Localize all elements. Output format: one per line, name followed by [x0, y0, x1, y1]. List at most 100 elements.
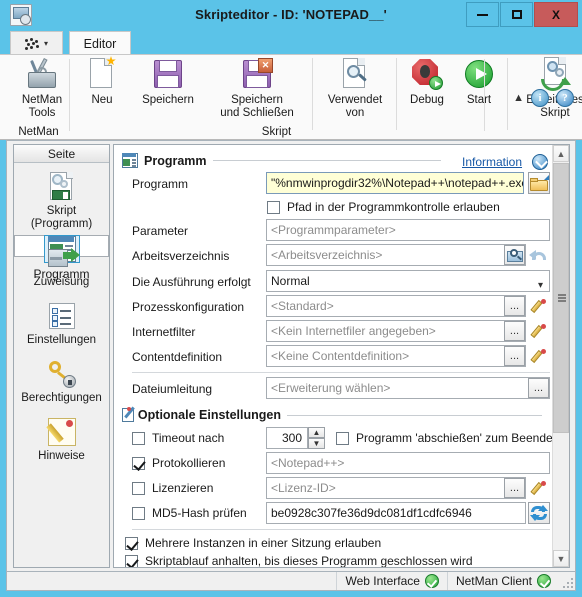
- close-button[interactable]: X: [534, 2, 578, 27]
- timeout-value[interactable]: 300: [266, 427, 308, 449]
- programm-browse-button[interactable]: [528, 172, 550, 194]
- sidebar-label-1: Einstellungen: [26, 334, 97, 346]
- prozesskonfiguration-ellipsis-button[interactable]: ...: [504, 296, 525, 316]
- maximize-button[interactable]: [500, 2, 533, 27]
- arbeitsverzeichnis-reset-button[interactable]: [528, 245, 550, 265]
- contentdefinition-ellipsis-button[interactable]: ...: [504, 346, 525, 366]
- section-title-programm: Programm: [144, 153, 207, 168]
- prozesskonfiguration-edit-button[interactable]: [528, 296, 550, 316]
- protokollieren-input[interactable]: <Notepad++>: [266, 452, 550, 474]
- scroll-thumb[interactable]: [553, 163, 569, 433]
- netman-tools-button[interactable]: NetMan Tools: [6, 56, 78, 120]
- prozesskonfiguration-input[interactable]: <Standard>: [266, 295, 526, 317]
- expand-info-icon[interactable]: [532, 154, 548, 170]
- md5-label: MD5-Hash prüfen: [152, 506, 247, 520]
- script-page-icon: [45, 171, 79, 203]
- kill-program-checkbox[interactable]: [336, 432, 349, 445]
- internetfilter-ellipsis-button[interactable]: ...: [504, 321, 525, 341]
- sidebar-item-skript-programm[interactable]: Skript (Programm): [14, 164, 109, 235]
- dateiumleitung-ellipsis-button[interactable]: ...: [528, 378, 549, 398]
- skripteditor-window: Skripteditor - ID: 'NOTEPAD__' X ▾ Edito…: [0, 0, 582, 597]
- used-by-icon: [340, 56, 370, 92]
- contentdefinition-edit-button[interactable]: [528, 346, 550, 366]
- advanced-label-2: Skript: [540, 107, 570, 119]
- timeout-checkbox[interactable]: [132, 432, 145, 445]
- lizenzieren-checkbox[interactable]: [132, 482, 145, 495]
- group-separator: [396, 58, 397, 130]
- timeout-spin-buttons: ▲ ▼: [308, 427, 325, 449]
- debug-button[interactable]: Debug: [400, 56, 454, 107]
- window-controls: X: [465, 2, 578, 27]
- lizenzieren-input[interactable]: <Lizenz-ID>: [266, 477, 526, 499]
- group-separator: [484, 59, 485, 131]
- new-document-icon: [87, 56, 117, 92]
- programm-input-value: "%nmwinprogdir32%\Notepad++\notepad++.ex…: [271, 176, 524, 190]
- ausfuehrung-select[interactable]: Normal ▾: [266, 270, 550, 292]
- debug-label: Debug: [410, 94, 444, 106]
- multi-instance-checkbox[interactable]: [125, 537, 138, 550]
- chevron-up-icon[interactable]: ▲: [513, 92, 524, 104]
- used-by-button[interactable]: Verwendet von: [317, 56, 393, 120]
- halt-script-checkbox[interactable]: [125, 555, 138, 567]
- sidebar-item-einstellungen[interactable]: Einstellungen: [14, 293, 109, 351]
- sidebar-item-hinweise[interactable]: Hinweise: [14, 409, 109, 467]
- lizenzieren-edit-button[interactable]: [528, 478, 550, 498]
- minimize-button[interactable]: [466, 2, 499, 27]
- parameter-input[interactable]: <Programmparameter>: [266, 219, 550, 241]
- sidebar: Seite Skript (Programm) Programm Zuweisu…: [13, 144, 110, 568]
- section-header-programm: Programm: [122, 153, 452, 168]
- optional-settings-icon: [122, 406, 135, 423]
- sidebar-label-1: Hinweise: [38, 450, 85, 462]
- contentdefinition-input[interactable]: <Keine Contentdefinition>: [266, 345, 526, 367]
- protokollieren-label: Protokollieren: [152, 456, 226, 470]
- dateiumleitung-input[interactable]: <Erweiterung wählen>: [266, 377, 550, 399]
- internetfilter-edit-button[interactable]: [528, 321, 550, 341]
- md5-input[interactable]: be0928c307fe36d9dc081df1cdfc6946: [266, 502, 526, 524]
- lizenzieren-ellipsis-button[interactable]: ...: [504, 478, 525, 498]
- scroll-up-button[interactable]: ▲: [553, 145, 569, 162]
- start-button[interactable]: Start: [454, 56, 504, 107]
- allow-path-label: Pfad in der Programmkontrolle erlauben: [287, 200, 500, 214]
- arbeitsverzeichnis-browse-button[interactable]: [504, 245, 525, 265]
- quick-access-menu-button[interactable]: ▾: [10, 31, 63, 55]
- save-button[interactable]: Speichern: [130, 56, 206, 107]
- chevron-up-icon[interactable]: ▲: [308, 427, 325, 438]
- programm-input[interactable]: "%nmwinprogdir32%\Notepad++\notepad++.ex…: [266, 172, 524, 194]
- multi-instance-label: Mehrere Instanzen in einer Sitzung erlau…: [145, 536, 382, 550]
- section-title-optionale: Optionale Einstellungen: [137, 408, 281, 422]
- group-separator: [312, 58, 313, 130]
- halt-script-label: Skriptablauf anhalten, bis dieses Progra…: [145, 554, 473, 568]
- protokollieren-checkbox[interactable]: [132, 457, 145, 470]
- arbeitsverzeichnis-input[interactable]: <Arbeitsverzeichnis>: [266, 244, 526, 266]
- advanced-script-button[interactable]: Erweitertes Skript: [511, 56, 582, 120]
- md5-checkbox[interactable]: [132, 507, 145, 520]
- ribbon-right-icons: ▲ i ?: [513, 89, 574, 107]
- information-link[interactable]: Information: [462, 155, 522, 169]
- timeout-stepper[interactable]: 300 ▲ ▼: [266, 427, 325, 449]
- help-icon[interactable]: ?: [556, 89, 574, 107]
- allow-path-checkbox[interactable]: [267, 201, 280, 214]
- sidebar-item-berechtigungen[interactable]: Berechtigungen: [14, 351, 109, 409]
- scroll-thumb-grip: [558, 294, 566, 302]
- tab-editor[interactable]: Editor: [69, 31, 131, 55]
- save-close-label-2: und Schließen: [220, 107, 294, 119]
- info-icon[interactable]: i: [531, 89, 549, 107]
- netman-client-label: NetMan Client: [455, 574, 532, 588]
- refresh-icon: [530, 505, 548, 521]
- internetfilter-input[interactable]: <Kein Internetfiler angegeben>: [266, 320, 526, 342]
- label-prozesskonfiguration: Prozesskonfiguration: [132, 300, 245, 314]
- panel-scrollbar[interactable]: ▲ ▼: [552, 145, 569, 567]
- scroll-down-button[interactable]: ▼: [553, 550, 569, 567]
- label-dateiumleitung: Dateiumleitung: [132, 382, 213, 396]
- resize-grip-icon[interactable]: [559, 572, 575, 590]
- group-separator: [507, 58, 508, 130]
- browse-folder-icon: [506, 248, 523, 262]
- chevron-down-icon[interactable]: ▼: [308, 438, 325, 449]
- label-parameter: Parameter: [132, 224, 189, 238]
- save-and-close-button[interactable]: ✕ Speichern und Schließen: [206, 56, 308, 120]
- sidebar-label-1: Skript: [46, 205, 77, 217]
- md5-refresh-button[interactable]: [528, 502, 550, 524]
- new-button[interactable]: Neu: [74, 56, 130, 107]
- ribbon-group-skript: Neu Speichern ✕ Speichern und Schließen: [71, 55, 582, 139]
- timeout-label: Timeout nach: [152, 431, 225, 445]
